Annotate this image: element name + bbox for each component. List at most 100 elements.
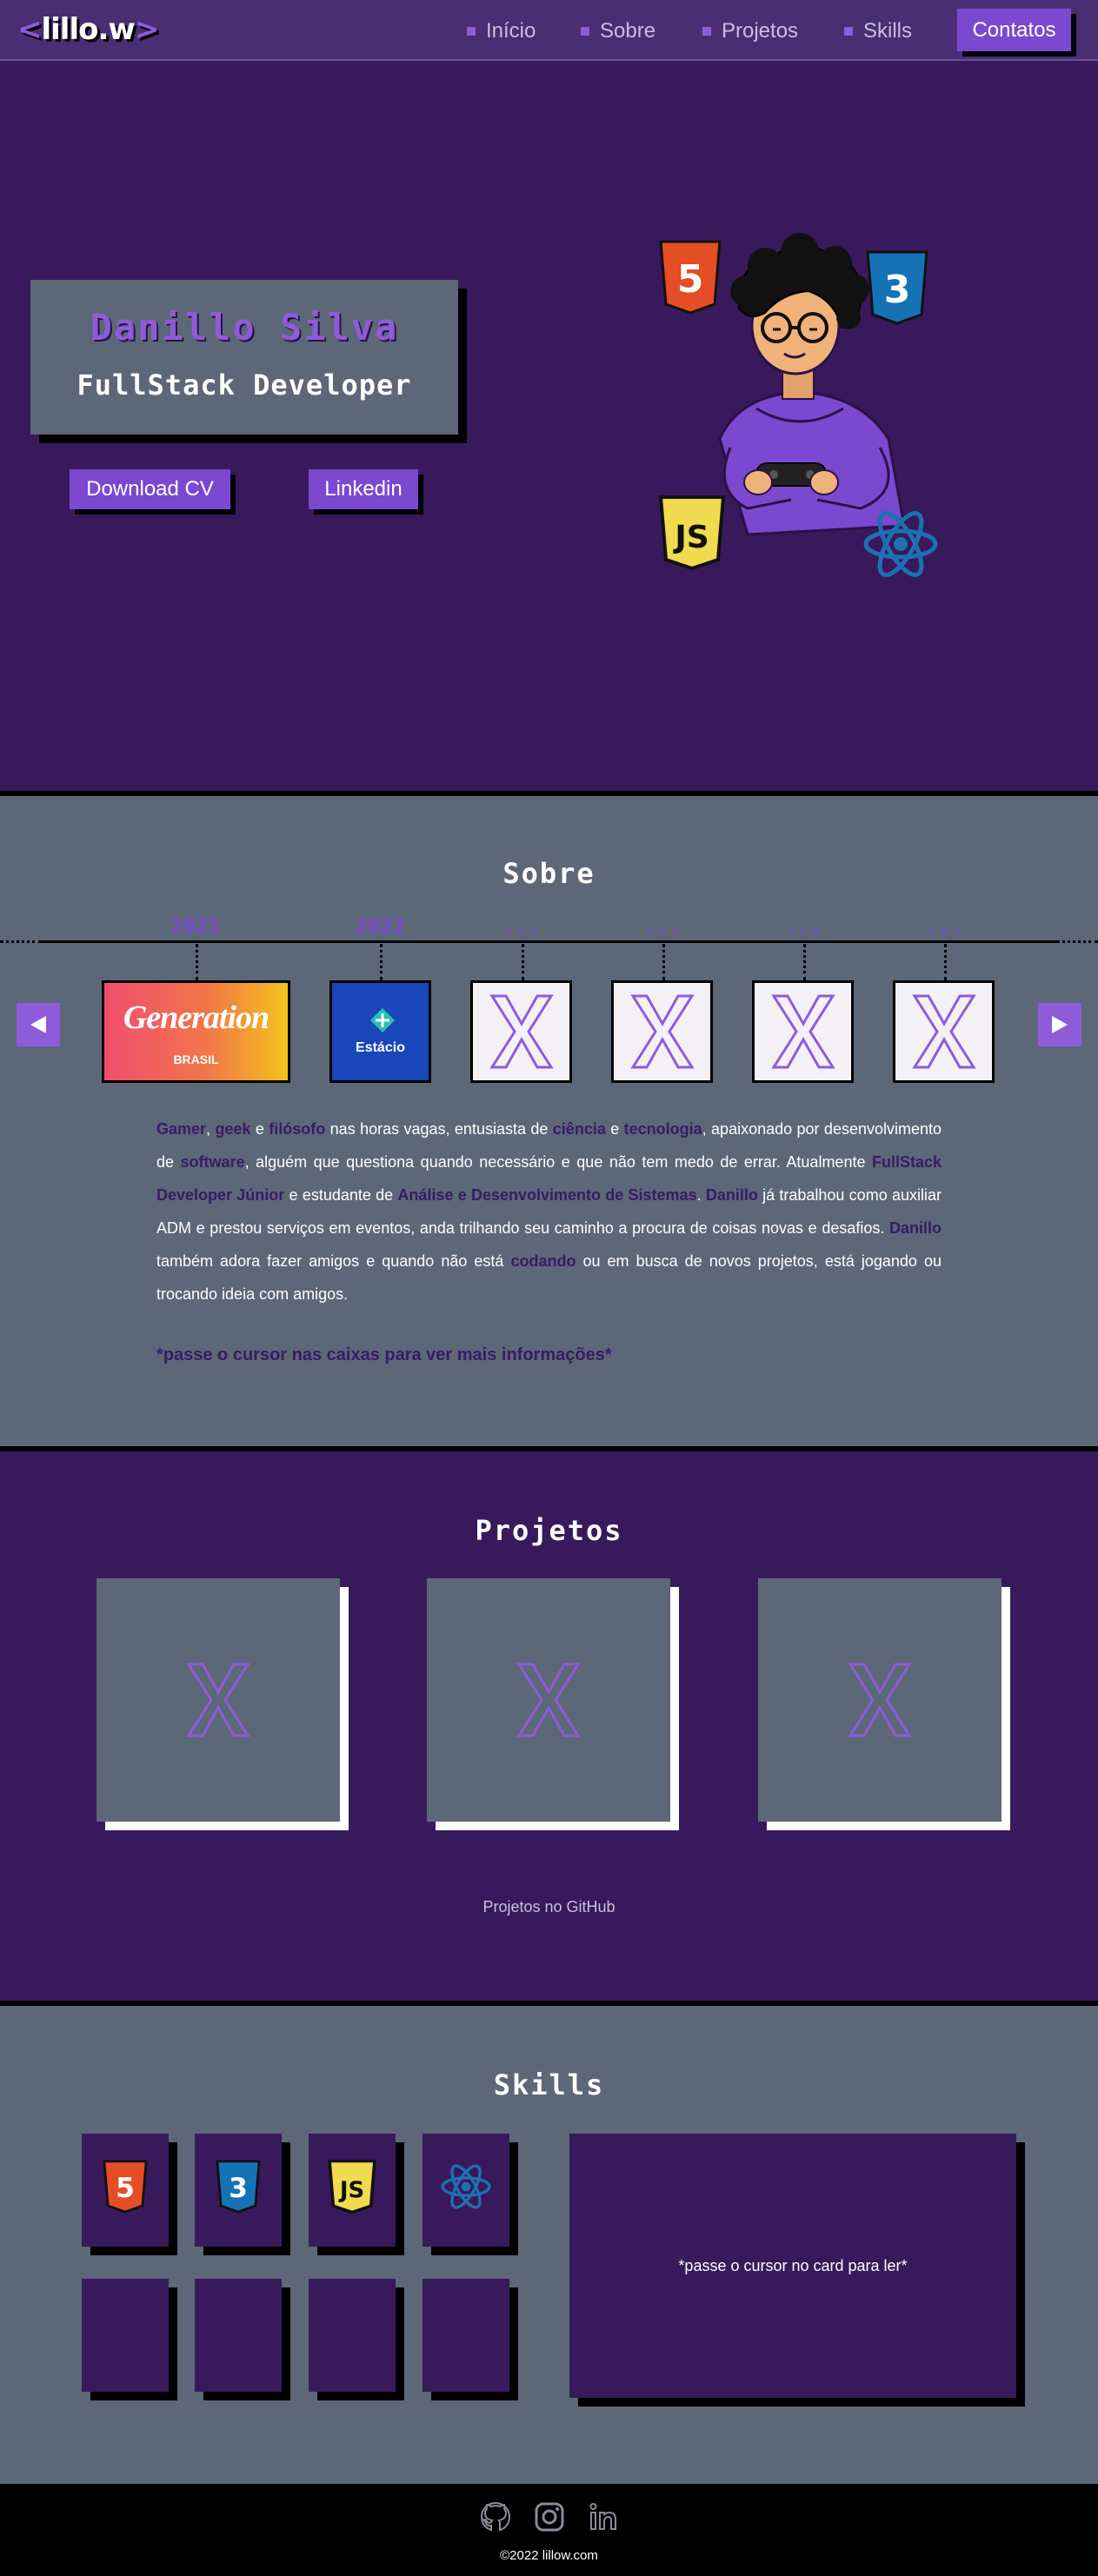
logo-text: lillo.w (41, 12, 136, 47)
github-projects-link[interactable]: Projetos no GitHub (0, 1898, 1098, 1916)
x-icon (911, 994, 976, 1069)
generation-logo: Generation (123, 999, 270, 1036)
about-paragraph: Gamer, geek e filósofo nas horas vagas, … (156, 1112, 942, 1311)
x-icon (186, 1663, 250, 1737)
project-card[interactable] (427, 1578, 670, 1822)
skill-html5[interactable]: 5 (82, 2134, 169, 2247)
svg-text:5: 5 (116, 2173, 135, 2204)
skill-empty[interactable] (82, 2279, 169, 2392)
html5-icon: 5 (103, 2160, 148, 2214)
timeline-connector (944, 944, 947, 980)
about-highlight: Danillo (888, 1219, 942, 1237)
projects-title: Projetos (475, 1514, 623, 1547)
copyright: ©2022 lillow.com (500, 2548, 598, 2563)
html5-icon: 5 (657, 240, 723, 315)
about-text-segment: , (206, 1120, 216, 1138)
skills-title: Skills (493, 2068, 605, 2101)
skill-react[interactable] (423, 2134, 509, 2247)
about-section: Sobre 2021 2022 ... ... ... ... Generati… (0, 796, 1098, 1446)
nav-item-label: Sobre (600, 19, 656, 43)
x-icon (516, 1663, 581, 1737)
css3-icon: 3 (216, 2160, 261, 2214)
generation-card[interactable]: Generation BRASIL (102, 980, 290, 1083)
footer: ©2022 lillow.com (0, 2484, 1098, 2576)
svg-text:3: 3 (229, 2173, 248, 2204)
estacio-logo-icon (370, 1008, 395, 1032)
name-card: Danillo Silva FullStack Developer (30, 280, 458, 435)
about-text-segment: , alguém que questiona quando necessário… (244, 1153, 872, 1171)
placeholder-card[interactable] (611, 980, 713, 1083)
nav-item-label: Início (486, 19, 536, 43)
placeholder-card[interactable] (893, 980, 995, 1083)
skills-section: Skills 5 3 JS *passe o cursor no card pa… (0, 2006, 1098, 2484)
css3-icon: 3 (864, 250, 930, 325)
timeline-year: ... (502, 914, 541, 939)
about-highlight: Gamer (156, 1120, 207, 1138)
nav-item-skills[interactable]: Skills (844, 19, 912, 43)
logo-bracket-close: > (134, 12, 159, 47)
about-highlight: geek (215, 1120, 251, 1138)
project-card[interactable] (758, 1578, 1002, 1822)
estacio-card[interactable]: Estácio (329, 980, 431, 1083)
linkedin-button[interactable]: Linkedin (309, 469, 418, 509)
projects-section: Projetos Projetos no GitHub (0, 1451, 1098, 2001)
generation-sub: BRASIL (173, 1052, 219, 1066)
logo[interactable]: <lillo.w> (17, 12, 159, 47)
about-title: Sobre (502, 857, 596, 890)
nav-item-label: Projetos (722, 19, 799, 43)
svg-text:3: 3 (884, 268, 911, 312)
timeline-connector (803, 944, 806, 980)
carousel-prev-button[interactable] (17, 1003, 60, 1046)
contact-button[interactable]: Contatos (957, 9, 1071, 51)
js-icon: JS (328, 2160, 376, 2214)
svg-text:JS: JS (338, 2177, 364, 2203)
placeholder-card[interactable] (470, 980, 572, 1083)
x-icon (770, 994, 835, 1069)
skill-js[interactable]: JS (309, 2134, 396, 2247)
skill-css3[interactable]: 3 (195, 2134, 282, 2247)
skill-empty[interactable] (309, 2279, 396, 2392)
logo-bracket-open: < (17, 12, 42, 47)
skill-card-hint: *passe o cursor no card para ler* (678, 2256, 908, 2274)
arrow-left-icon (30, 1016, 46, 1033)
bullet-icon (844, 27, 853, 36)
skill-empty[interactable] (195, 2279, 282, 2392)
nav-item-projetos[interactable]: Projetos (702, 19, 798, 43)
x-icon (848, 1663, 912, 1737)
timeline-dash-left (0, 940, 42, 943)
carousel-next-button[interactable] (1038, 1003, 1081, 1046)
x-icon (489, 994, 554, 1069)
download-cv-button[interactable]: Download CV (70, 469, 230, 509)
timeline-year: ... (925, 914, 963, 939)
svg-text:5: 5 (677, 257, 704, 302)
about-text-segment: e (250, 1120, 270, 1138)
timeline-year: 2022 (355, 914, 405, 939)
timeline-year: ... (643, 914, 682, 939)
nav-item-inicio[interactable]: Início (467, 19, 536, 43)
linkedin-icon[interactable] (586, 2500, 621, 2534)
about-highlight: filósofo (269, 1120, 326, 1138)
timeline-connector (380, 944, 383, 980)
about-text-segment: também adora fazer amigos e quando não e… (156, 1252, 511, 1270)
timeline-connector (662, 944, 665, 980)
about-text-segment: e estudante de (284, 1186, 398, 1204)
skill-empty[interactable] (423, 2279, 509, 2392)
github-icon[interactable] (478, 2500, 513, 2534)
bullet-icon (581, 27, 589, 36)
timeline-connector (196, 944, 198, 980)
timeline-dash-right (1056, 940, 1098, 943)
react-icon (441, 2164, 491, 2209)
nav-item-sobre[interactable]: Sobre (581, 19, 655, 43)
about-highlight: tecnologia (623, 1120, 702, 1138)
timeline-connector (522, 944, 524, 980)
instagram-icon[interactable] (532, 2500, 567, 2534)
nav-item-label: Skills (863, 19, 913, 43)
placeholder-card[interactable] (752, 980, 854, 1083)
timeline-year: ... (784, 914, 822, 939)
about-highlight: codando (510, 1252, 576, 1270)
about-highlight: ciência (552, 1120, 606, 1138)
x-icon (629, 994, 695, 1069)
about-text-segment: nas horas vagas, entusiasta de (325, 1120, 553, 1138)
about-highlight: Danillo (705, 1186, 758, 1204)
project-card[interactable] (96, 1578, 340, 1822)
